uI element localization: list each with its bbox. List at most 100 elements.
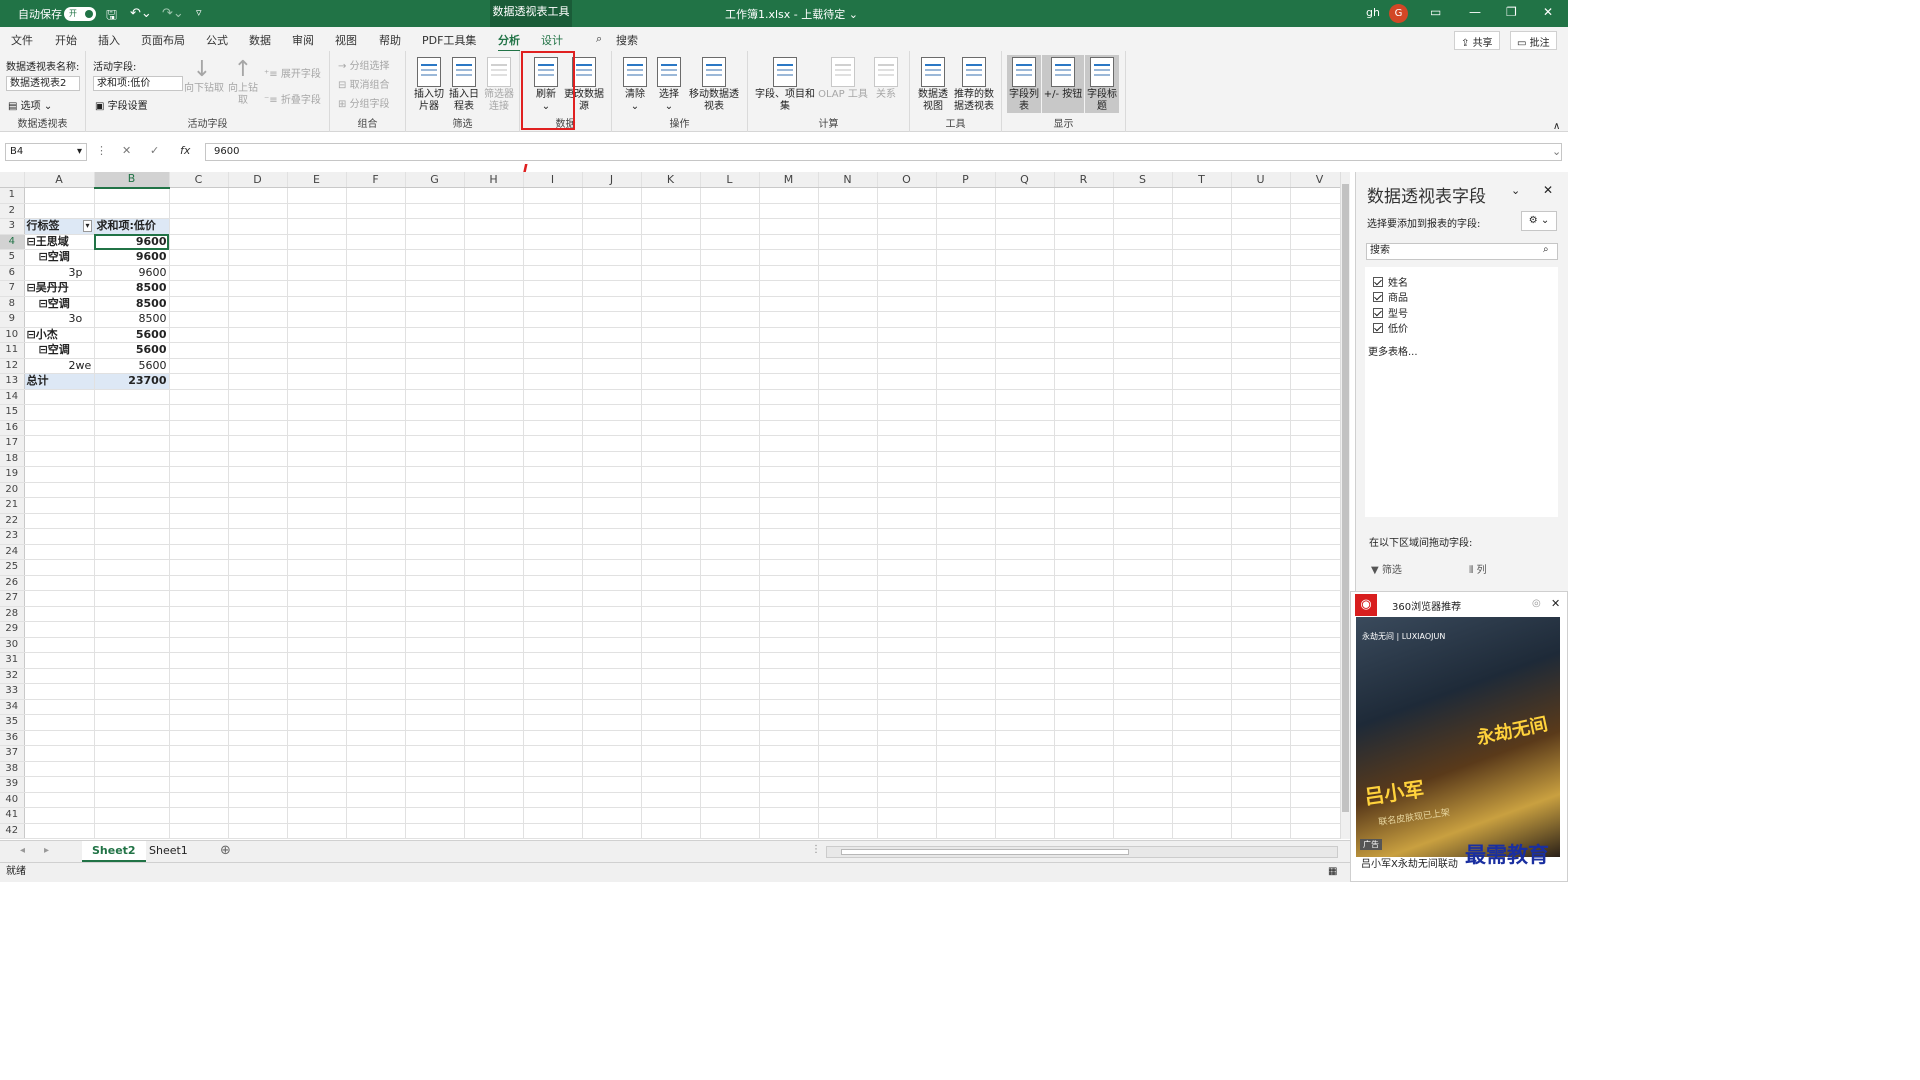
ad-image[interactable]: 永劫无间 | LUXIAOJUN 吕小军 永劫无间 联名皮肤现已上架 广告 — [1356, 617, 1560, 857]
grid-cell[interactable] — [1113, 745, 1173, 762]
grid-cell[interactable] — [1113, 606, 1173, 622]
grid-cell[interactable] — [94, 792, 170, 808]
grid-cell[interactable] — [523, 358, 583, 374]
grid-cell[interactable] — [464, 373, 524, 390]
ad-close-icon[interactable]: ✕ — [1551, 597, 1560, 610]
row-header[interactable]: 40 — [0, 792, 25, 808]
grid-cell[interactable] — [1231, 823, 1291, 839]
grid-cell[interactable] — [1231, 513, 1291, 529]
column-header[interactable]: Q — [995, 172, 1055, 188]
grid-cell[interactable] — [995, 358, 1055, 374]
grid-cell[interactable] — [582, 280, 642, 297]
grid-cell[interactable] — [995, 776, 1055, 793]
grid-cell[interactable] — [94, 389, 170, 405]
grid-cell[interactable] — [1113, 699, 1173, 715]
grid-cell[interactable] — [169, 559, 229, 576]
column-header[interactable]: D — [228, 172, 288, 188]
grid-cell[interactable] — [1231, 280, 1291, 297]
grid-cell[interactable] — [995, 807, 1055, 824]
pivot-name-input[interactable]: 数据透视表2 — [6, 76, 80, 91]
grid-cell[interactable] — [700, 761, 760, 777]
grid-cell[interactable] — [346, 807, 406, 824]
grid-cell[interactable] — [641, 187, 701, 204]
grid-cell[interactable] — [877, 404, 937, 421]
gear-icon[interactable]: ⚙ ⌄ — [1521, 211, 1557, 231]
grid-cell[interactable] — [346, 544, 406, 560]
field-headers-button[interactable]: 字段标题 — [1085, 55, 1119, 113]
grid-cell[interactable] — [94, 699, 170, 715]
grid-cell[interactable] — [1231, 792, 1291, 808]
grid-cell[interactable] — [287, 311, 347, 328]
grid-cell[interactable] — [936, 513, 996, 529]
grid-cell[interactable] — [759, 776, 819, 793]
grid-cell[interactable] — [818, 389, 878, 405]
grid-cell[interactable] — [582, 513, 642, 529]
grid-cell[interactable] — [641, 621, 701, 638]
pivot-row-label[interactable]: ⊟吴丹丹 — [24, 280, 95, 297]
grid-cell[interactable] — [1054, 265, 1114, 281]
grid-cell[interactable] — [1231, 559, 1291, 576]
grid-cell[interactable] — [169, 296, 229, 312]
grid-cell[interactable] — [582, 389, 642, 405]
grid-cell[interactable] — [936, 497, 996, 514]
grid-cell[interactable] — [1054, 652, 1114, 669]
grid-cell[interactable] — [700, 528, 760, 545]
grid-cell[interactable] — [877, 342, 937, 359]
grid-cell[interactable] — [1113, 714, 1173, 731]
grid-cell[interactable] — [759, 218, 819, 235]
grid-cell[interactable] — [523, 590, 583, 607]
grid-cell[interactable] — [287, 218, 347, 235]
grid-cell[interactable] — [936, 451, 996, 467]
grid-cell[interactable] — [346, 342, 406, 359]
grid-cell[interactable] — [228, 637, 288, 653]
grid-cell[interactable] — [936, 761, 996, 777]
grid-cell[interactable] — [1113, 513, 1173, 529]
grid-cell[interactable] — [94, 497, 170, 514]
grid-cell[interactable] — [936, 575, 996, 591]
grid-cell[interactable] — [1231, 311, 1291, 328]
grid-cell[interactable] — [818, 544, 878, 560]
grid-cell[interactable] — [818, 823, 878, 839]
grid-cell[interactable] — [641, 683, 701, 700]
grid-cell[interactable] — [287, 575, 347, 591]
grid-cell[interactable] — [877, 280, 937, 297]
grid-cell[interactable] — [94, 575, 170, 591]
grid-cell[interactable] — [641, 234, 701, 250]
grid-cell[interactable] — [346, 714, 406, 731]
grid-cell[interactable] — [464, 311, 524, 328]
grid-cell[interactable] — [169, 761, 229, 777]
grid-cell[interactable] — [287, 404, 347, 421]
grid-cell[interactable] — [169, 497, 229, 514]
grid-cell[interactable] — [582, 203, 642, 219]
grid-cell[interactable] — [641, 265, 701, 281]
grid-cell[interactable] — [1231, 358, 1291, 374]
grid-cell[interactable] — [523, 792, 583, 808]
grid-cell[interactable] — [169, 373, 229, 390]
grid-cell[interactable] — [169, 389, 229, 405]
grid-cell[interactable] — [936, 327, 996, 343]
grid-cell[interactable] — [641, 714, 701, 731]
tab-insert[interactable]: 插入 — [98, 32, 120, 48]
grid-cell[interactable] — [523, 528, 583, 545]
grid-cell[interactable] — [24, 404, 95, 421]
prev-sheet-icon[interactable]: ◂ — [20, 845, 25, 856]
grid-cell[interactable] — [1054, 637, 1114, 653]
grid-cell[interactable] — [228, 606, 288, 622]
grid-cell[interactable] — [169, 745, 229, 762]
grid-cell[interactable] — [346, 823, 406, 839]
grid-cell[interactable] — [641, 544, 701, 560]
grid-cell[interactable] — [1231, 373, 1291, 390]
grid-cell[interactable] — [877, 575, 937, 591]
grid-cell[interactable] — [1113, 590, 1173, 607]
grid-cell[interactable] — [1172, 528, 1232, 545]
grid-cell[interactable] — [94, 435, 170, 452]
grid-cell[interactable] — [700, 637, 760, 653]
grid-cell[interactable] — [1113, 761, 1173, 777]
grid-cell[interactable] — [936, 606, 996, 622]
column-header[interactable]: O — [877, 172, 937, 188]
grid-cell[interactable] — [1113, 311, 1173, 328]
grid-cell[interactable] — [464, 590, 524, 607]
grid-cell[interactable] — [1054, 296, 1114, 312]
grid-cell[interactable] — [464, 265, 524, 281]
grid-cell[interactable] — [405, 652, 465, 669]
